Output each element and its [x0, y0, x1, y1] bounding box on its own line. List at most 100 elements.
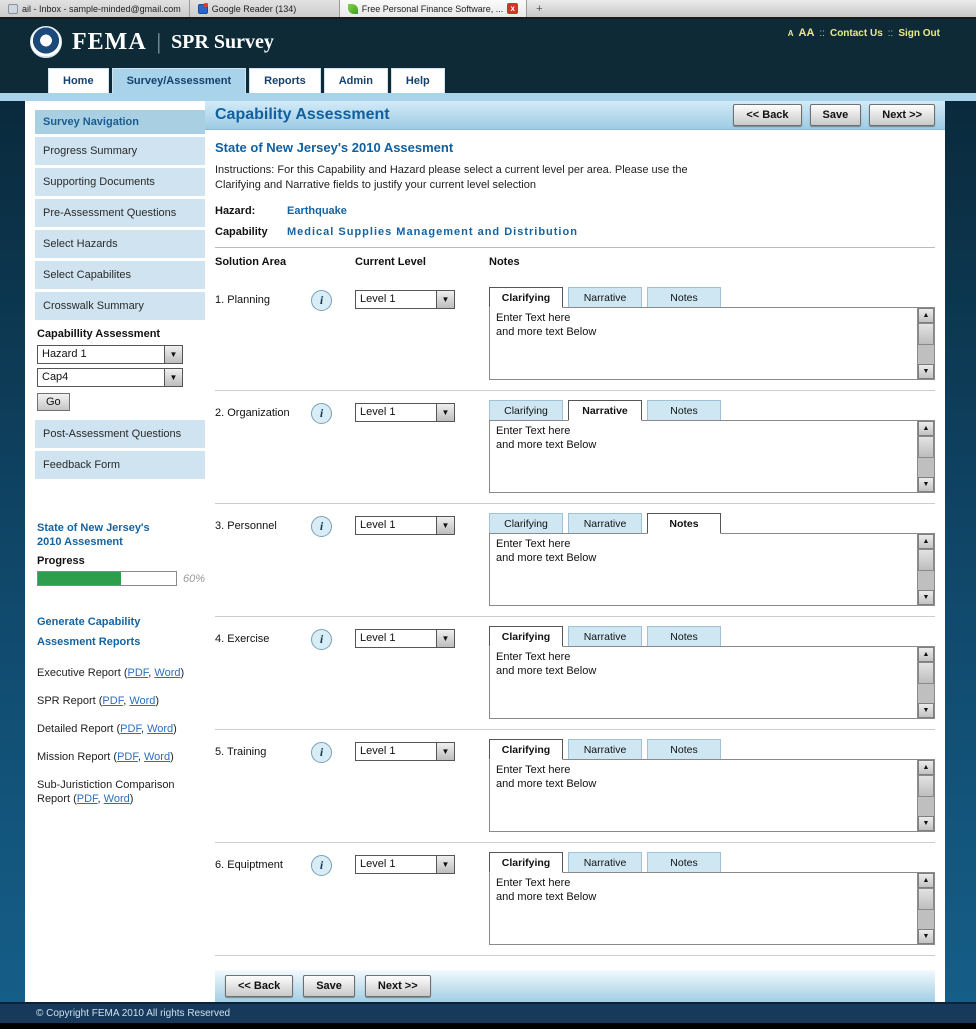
scroll-down-icon[interactable]: ▼ — [918, 929, 934, 944]
word-link[interactable]: Word — [154, 667, 180, 679]
scroll-thumb[interactable] — [918, 436, 934, 458]
scrollbar[interactable]: ▲ ▼ — [917, 534, 934, 605]
scroll-up-icon[interactable]: ▲ — [918, 647, 934, 662]
scroll-down-icon[interactable]: ▼ — [918, 477, 934, 492]
browser-tab-mint[interactable]: Free Personal Finance Software, ... x — [340, 0, 528, 17]
pdf-link[interactable]: PDF — [128, 667, 149, 679]
scrollbar[interactable]: ▲ ▼ — [917, 421, 934, 492]
tab-home[interactable]: Home — [48, 68, 109, 93]
scroll-thumb[interactable] — [918, 775, 934, 797]
notes-textarea[interactable]: Enter Text here and more text Below ▲ ▼ — [489, 646, 935, 719]
current-level-select[interactable]: Level 1 ▼ — [355, 290, 455, 309]
browser-tab-mail[interactable]: ail - Inbox - sample-minded@gmail.com — [0, 0, 190, 17]
capability-select[interactable]: Cap4 ▼ — [37, 368, 183, 387]
back-button[interactable]: << Back — [225, 975, 293, 997]
sign-out-link[interactable]: Sign Out — [898, 28, 940, 39]
font-size-large-button[interactable]: AA — [799, 27, 815, 39]
scroll-down-icon[interactable]: ▼ — [918, 364, 934, 379]
info-icon[interactable]: i — [311, 516, 332, 537]
word-link[interactable]: Word — [144, 751, 170, 763]
scroll-thumb[interactable] — [918, 662, 934, 684]
sidebar-item-select-capabilities[interactable]: Select Capabilites — [35, 261, 205, 289]
info-icon[interactable]: i — [311, 629, 332, 650]
chevron-down-icon[interactable]: ▼ — [164, 346, 182, 363]
info-icon[interactable]: i — [311, 742, 332, 763]
save-button[interactable]: Save — [303, 975, 355, 997]
notes-textarea[interactable]: Enter Text here and more text Below ▲ ▼ — [489, 533, 935, 606]
chevron-down-icon[interactable]: ▼ — [436, 517, 454, 534]
scroll-down-icon[interactable]: ▼ — [918, 703, 934, 718]
word-link[interactable]: Word — [129, 695, 155, 707]
current-level-select[interactable]: Level 1 ▼ — [355, 516, 455, 535]
tab-clarifying[interactable]: Clarifying — [489, 287, 563, 308]
save-button[interactable]: Save — [810, 104, 862, 126]
new-tab-button[interactable]: + — [527, 0, 551, 17]
close-tab-icon[interactable]: x — [507, 3, 518, 14]
scrollbar[interactable]: ▲ ▼ — [917, 873, 934, 944]
notes-textarea[interactable]: Enter Text here and more text Below ▲ ▼ — [489, 420, 935, 493]
scroll-up-icon[interactable]: ▲ — [918, 760, 934, 775]
tab-notes[interactable]: Notes — [647, 287, 721, 308]
capability-value[interactable]: Medical Supplies Management and Distribu… — [287, 226, 578, 238]
scroll-thumb[interactable] — [918, 549, 934, 571]
tab-clarifying[interactable]: Clarifying — [489, 513, 563, 534]
notes-textarea[interactable]: Enter Text here and more text Below ▲ ▼ — [489, 759, 935, 832]
go-button[interactable]: Go — [37, 393, 70, 411]
sidebar-item-feedback-form[interactable]: Feedback Form — [35, 451, 205, 479]
font-size-small-button[interactable]: A — [788, 29, 794, 38]
tab-survey-assessment[interactable]: Survey/Assessment — [112, 68, 247, 93]
word-link[interactable]: Word — [147, 723, 173, 735]
chevron-down-icon[interactable]: ▼ — [436, 404, 454, 421]
scroll-up-icon[interactable]: ▲ — [918, 421, 934, 436]
hazard-select[interactable]: Hazard 1 ▼ — [37, 345, 183, 364]
tab-narrative[interactable]: Narrative — [568, 739, 642, 760]
chevron-down-icon[interactable]: ▼ — [436, 630, 454, 647]
scroll-up-icon[interactable]: ▲ — [918, 873, 934, 888]
sidebar-item-pre-assessment-questions[interactable]: Pre-Assessment Questions — [35, 199, 205, 227]
sidebar-item-select-hazards[interactable]: Select Hazards — [35, 230, 205, 258]
sidebar-item-progress-summary[interactable]: Progress Summary — [35, 137, 205, 165]
info-icon[interactable]: i — [311, 290, 332, 311]
scroll-thumb[interactable] — [918, 888, 934, 910]
browser-tab-reader[interactable]: Google Reader (134) — [190, 0, 340, 17]
tab-help[interactable]: Help — [391, 68, 445, 93]
chevron-down-icon[interactable]: ▼ — [164, 369, 182, 386]
sidebar-item-crosswalk-summary[interactable]: Crosswalk Summary — [35, 292, 205, 320]
tab-notes[interactable]: Notes — [647, 400, 721, 421]
pdf-link[interactable]: PDF — [117, 751, 138, 763]
tab-narrative[interactable]: Narrative — [568, 852, 642, 873]
scroll-down-icon[interactable]: ▼ — [918, 590, 934, 605]
tab-clarifying[interactable]: Clarifying — [489, 626, 563, 647]
scrollbar[interactable]: ▲ ▼ — [917, 760, 934, 831]
tab-narrative[interactable]: Narrative — [568, 287, 642, 308]
current-level-select[interactable]: Level 1 ▼ — [355, 403, 455, 422]
pdf-link[interactable]: PDF — [77, 793, 98, 805]
chevron-down-icon[interactable]: ▼ — [436, 743, 454, 760]
scrollbar[interactable]: ▲ ▼ — [917, 647, 934, 718]
pdf-link[interactable]: PDF — [120, 723, 141, 735]
chevron-down-icon[interactable]: ▼ — [436, 856, 454, 873]
current-level-select[interactable]: Level 1 ▼ — [355, 629, 455, 648]
tab-notes[interactable]: Notes — [647, 513, 721, 534]
word-link[interactable]: Word — [104, 793, 130, 805]
tab-narrative[interactable]: Narrative — [568, 400, 642, 421]
tab-admin[interactable]: Admin — [324, 68, 388, 93]
hazard-value[interactable]: Earthquake — [287, 205, 347, 217]
next-button[interactable]: Next >> — [869, 104, 935, 126]
tab-notes[interactable]: Notes — [647, 626, 721, 647]
scroll-up-icon[interactable]: ▲ — [918, 308, 934, 323]
scroll-thumb[interactable] — [918, 323, 934, 345]
info-icon[interactable]: i — [311, 403, 332, 424]
scrollbar[interactable]: ▲ ▼ — [917, 308, 934, 379]
tab-reports[interactable]: Reports — [249, 68, 321, 93]
back-button[interactable]: << Back — [733, 104, 801, 126]
next-button[interactable]: Next >> — [365, 975, 431, 997]
tab-clarifying[interactable]: Clarifying — [489, 739, 563, 760]
current-level-select[interactable]: Level 1 ▼ — [355, 855, 455, 874]
tab-narrative[interactable]: Narrative — [568, 513, 642, 534]
scroll-up-icon[interactable]: ▲ — [918, 534, 934, 549]
scroll-down-icon[interactable]: ▼ — [918, 816, 934, 831]
pdf-link[interactable]: PDF — [102, 695, 123, 707]
tab-notes[interactable]: Notes — [647, 852, 721, 873]
sidebar-item-post-assessment-questions[interactable]: Post-Assessment Questions — [35, 420, 205, 448]
